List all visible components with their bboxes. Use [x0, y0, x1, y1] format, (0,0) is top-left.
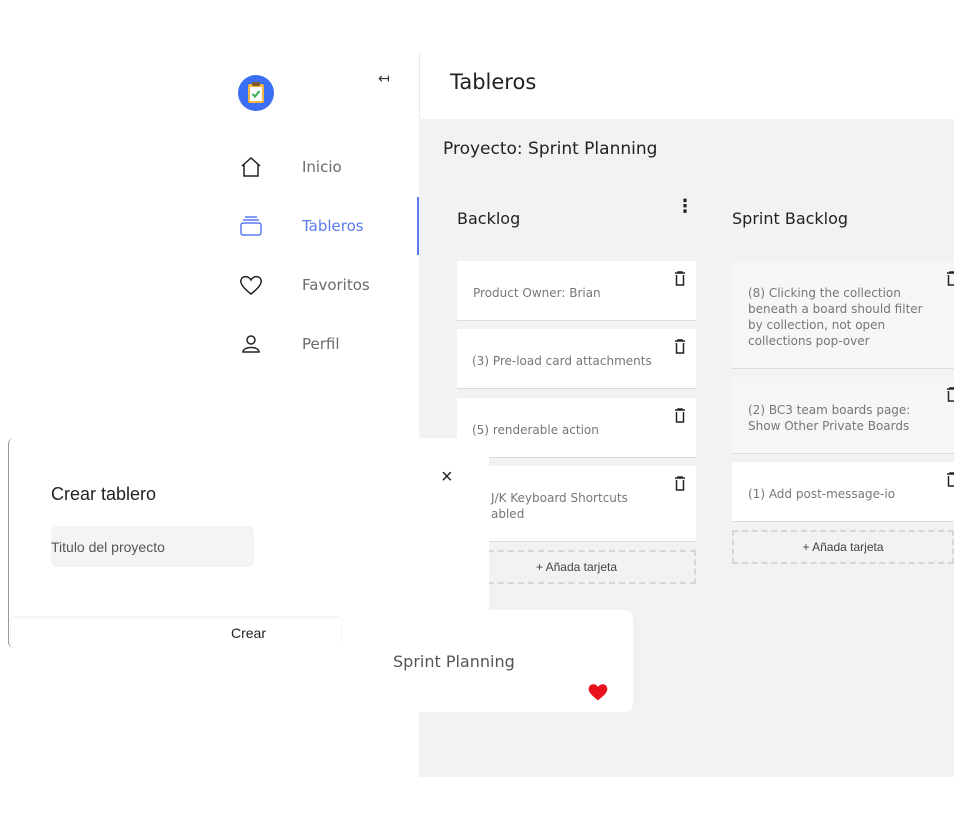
- list-item[interactable]: (1) Add post-message-io: [732, 462, 954, 522]
- column-title-sprint-backlog: Sprint Backlog: [732, 209, 849, 228]
- boards-icon: [240, 216, 262, 236]
- project-title-input[interactable]: Titulo del proyecto: [51, 526, 254, 567]
- trash-icon[interactable]: [674, 339, 686, 354]
- collapse-left-icon[interactable]: ↤: [378, 71, 390, 87]
- page-title: Tableros: [450, 70, 537, 94]
- more-vertical-icon[interactable]: ⋮: [676, 196, 694, 217]
- trash-icon[interactable]: [674, 271, 686, 286]
- list-item[interactable]: J/K Keyboard Shortcuts abled: [457, 466, 696, 542]
- heart-outline-icon: [240, 275, 262, 295]
- create-button[interactable]: Crear: [11, 618, 341, 648]
- input-placeholder: Titulo del proyecto: [51, 539, 165, 555]
- home-icon: [241, 156, 261, 177]
- create-board-modal: Crear tablero × Titulo del proyecto Crea…: [8, 438, 489, 648]
- sidebar-item-tableros[interactable]: Tableros: [238, 211, 419, 241]
- sidebar-item-perfil[interactable]: Perfil: [238, 329, 419, 359]
- list-item[interactable]: (3) Pre-load card attachments: [457, 329, 696, 389]
- header-divider: [419, 52, 420, 120]
- sidebar-item-inicio[interactable]: Inicio: [238, 152, 419, 182]
- close-icon[interactable]: ×: [441, 466, 453, 489]
- heart-filled-icon[interactable]: [587, 682, 609, 702]
- trash-icon[interactable]: [946, 271, 954, 286]
- trash-icon[interactable]: [946, 472, 954, 487]
- modal-title: Crear tablero: [51, 484, 157, 504]
- sidebar-item-favoritos[interactable]: Favoritos: [238, 270, 419, 300]
- favorite-board-name: Sprint Planning: [393, 652, 515, 671]
- trash-icon[interactable]: [946, 387, 954, 402]
- app-logo[interactable]: [238, 75, 274, 111]
- trash-icon[interactable]: [674, 408, 686, 423]
- list-item[interactable]: Product Owner: Brian: [457, 261, 696, 321]
- list-item[interactable]: (5) renderable action: [457, 398, 696, 458]
- sidebar-item-label: Inicio: [302, 158, 342, 176]
- add-card-button[interactable]: + Añada tarjeta: [732, 530, 954, 564]
- list-item[interactable]: (8) Clicking the collection beneath a bo…: [732, 261, 954, 369]
- sidebar-item-label: Perfil: [302, 335, 340, 353]
- user-icon: [242, 335, 260, 353]
- add-card-button[interactable]: + Añada tarjeta: [457, 550, 696, 584]
- sidebar: ↤: [0, 52, 419, 452]
- sidebar-item-label: Tableros: [302, 217, 364, 235]
- trash-icon[interactable]: [674, 476, 686, 491]
- sidebar-item-label: Favoritos: [302, 276, 370, 294]
- column-title-backlog: Backlog: [457, 209, 521, 228]
- project-title: Proyecto: Sprint Planning: [443, 139, 658, 159]
- list-item[interactable]: (2) BC3 team boards page: Show Other Pri…: [732, 377, 954, 454]
- create-button-label: Crear: [231, 625, 267, 641]
- clipboard-icon: [248, 82, 264, 103]
